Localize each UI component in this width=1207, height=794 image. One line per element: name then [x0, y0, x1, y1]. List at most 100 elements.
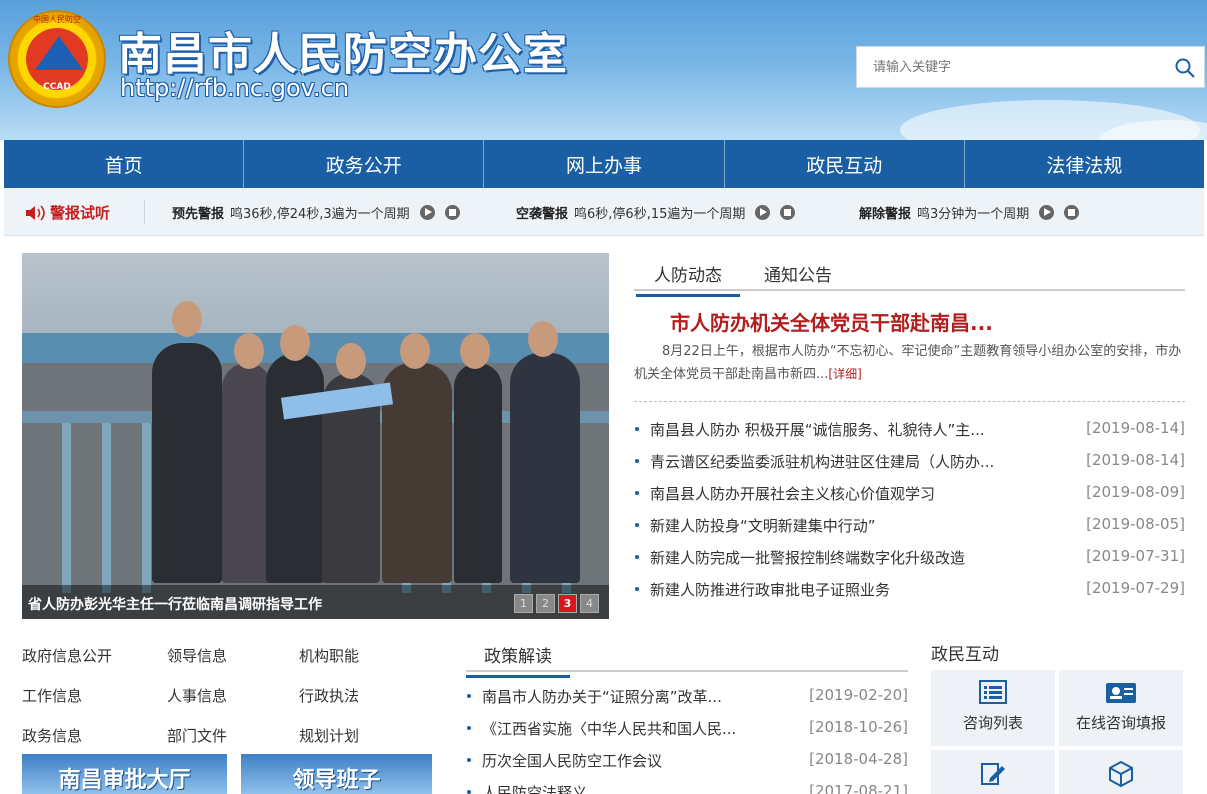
play-icon[interactable]	[1039, 205, 1055, 220]
policy-item-title[interactable]: 南昌市人防办关于“证照分离”改革...	[466, 686, 722, 718]
quick-link-personnel[interactable]: 人事信息	[167, 685, 227, 706]
news-item-date: [2019-08-14]	[1086, 419, 1185, 437]
alarm-desc: 鸣6秒,停6秒,15遍为一个周期	[574, 207, 746, 222]
slider-pagination: 1 2 3 4	[514, 594, 599, 613]
nav-home[interactable]: 首页	[4, 140, 245, 188]
news-item-title[interactable]: 新建人防完成一批警报控制终端数字化升级改造	[634, 547, 965, 579]
speaker-icon	[26, 204, 45, 221]
slider-caption[interactable]: 省人防办彭光华主任一行莅临南昌调研指导工作	[28, 594, 322, 614]
search-box	[856, 46, 1205, 88]
news-item-title[interactable]: 新建人防推进行政审批电子证照业务	[634, 579, 890, 611]
photo-railing-post	[102, 423, 111, 593]
photo-person-head	[336, 343, 366, 379]
photo-person-head	[280, 325, 310, 361]
list-item[interactable]: 《江西省实施〈中华人民共和国人民... [2018-10-26]	[466, 718, 908, 750]
news-headline[interactable]: 市人防办机关全体党员干部赴南昌...	[670, 307, 993, 336]
online-consult-button[interactable]: 在线咨询填报	[1059, 670, 1183, 746]
news-item-title[interactable]: 南昌县人防办 积极开展“诚信服务、礼貌待人”主...	[634, 419, 985, 451]
emblem-text: CCAD	[43, 82, 71, 92]
list-item[interactable]: 新建人防推进行政审批电子证照业务 [2019-07-29]	[634, 579, 1185, 611]
policy-item-title[interactable]: 人民防空法释义	[466, 782, 587, 794]
stop-icon[interactable]	[444, 205, 460, 220]
quick-link-functions[interactable]: 机构职能	[299, 645, 359, 666]
news-item-title[interactable]: 南昌县人防办开展社会主义核心价值观学习	[634, 483, 935, 515]
site-header: 中国人民防空 CCAD 南昌市人民防空办公室 http://rfb.nc.gov…	[0, 0, 1207, 140]
policy-item-title[interactable]: 历次全国人民防空工作会议	[466, 750, 662, 782]
quick-link-gov-info[interactable]: 政府信息公开	[22, 645, 112, 666]
main-nav: 首页 政务公开 网上办事 政民互动 法律法规	[4, 140, 1204, 188]
quick-link-law-enforcement[interactable]: 行政执法	[299, 685, 359, 706]
site-title: 南昌市人民防空办公室	[118, 29, 568, 80]
quick-link-affairs-info[interactable]: 政务信息	[22, 725, 82, 746]
stop-icon[interactable]	[780, 205, 796, 220]
alarm-name: 空袭警报	[516, 207, 569, 222]
list-item[interactable]: 青云谱区纪委监委派驻机构进驻区住建局（人防办... [2019-08-14]	[634, 451, 1185, 483]
interaction-panel: 政民互动 咨询列表 在线咨询填报	[931, 640, 1185, 794]
news-item-title[interactable]: 新建人防投身“文明新建集中行动”	[634, 515, 876, 547]
alarm-item-warning: 预先警报 鸣36秒,停24秒,3遍为一个周期	[172, 203, 460, 222]
photo-slider[interactable]: 省人防办彭光华主任一行莅临南昌调研指导工作 1 2 3 4	[22, 253, 609, 619]
play-icon[interactable]	[755, 205, 771, 220]
news-tabs: 人防动态 通知公告	[634, 253, 1185, 297]
civil-defense-emblem-logo[interactable]: 中国人民防空 CCAD	[8, 10, 106, 108]
list-item[interactable]: 新建人防完成一批警报控制终端数字化升级改造 [2019-07-31]	[634, 547, 1185, 579]
policy-item-date: [2019-02-20]	[809, 686, 908, 704]
quick-link-work-info[interactable]: 工作信息	[22, 685, 82, 706]
tab-civil-defense-news[interactable]: 人防动态	[636, 261, 740, 297]
emblem-ring-text: 中国人民防空	[33, 15, 81, 24]
survey-button[interactable]	[1059, 750, 1183, 794]
emblem-triangle	[35, 36, 83, 70]
nav-online-services[interactable]: 网上办事	[484, 140, 725, 188]
search-input[interactable]	[857, 47, 1157, 87]
tab-policy-interpretation[interactable]: 政策解读	[466, 642, 570, 678]
policy-item-date: [2017-08-21]	[809, 782, 908, 794]
list-item[interactable]: 南昌县人防办开展社会主义核心价值观学习 [2019-08-09]	[634, 483, 1185, 515]
policy-list: 南昌市人防办关于“证照分离”改革... [2019-02-20] 《江西省实施〈中…	[466, 686, 908, 794]
nav-laws[interactable]: 法律法规	[965, 140, 1204, 188]
list-item[interactable]: 新建人防投身“文明新建集中行动” [2019-08-05]	[634, 515, 1185, 547]
news-summary: 8月22日上午，根据市人防办“不忘初心、牢记使命”主题教育领导小组办公室的安排，…	[634, 341, 1185, 386]
quick-link-leaders[interactable]: 领导信息	[167, 645, 227, 666]
photo-person	[510, 353, 580, 583]
news-item-title[interactable]: 青云谱区纪委监委派驻机构进驻区住建局（人防办...	[634, 451, 994, 483]
slider-dot[interactable]: 2	[536, 594, 555, 613]
search-icon[interactable]	[1174, 57, 1196, 79]
stop-icon[interactable]	[1064, 205, 1080, 220]
alarm-item-air-raid: 空袭警报 鸣6秒,停6秒,15遍为一个周期	[516, 203, 796, 222]
photo-person	[152, 343, 222, 583]
quick-link-dept-files[interactable]: 部门文件	[167, 725, 227, 746]
site-url: http://rfb.nc.gov.cn	[120, 74, 350, 102]
alarm-title-label: 警报试听	[50, 204, 111, 222]
tab-notices[interactable]: 通知公告	[746, 261, 850, 294]
news-list: 南昌县人防办 积极开展“诚信服务、礼貌待人”主... [2019-08-14] 青…	[634, 419, 1185, 611]
alarm-desc: 鸣3分钟为一个周期	[917, 207, 1030, 222]
feedback-button[interactable]	[931, 750, 1055, 794]
banner-approval-hall[interactable]: 南昌审批大厅	[22, 754, 227, 794]
slider-dot[interactable]: 1	[514, 594, 533, 613]
banner-label: 领导班子	[292, 768, 381, 793]
policy-item-title[interactable]: 《江西省实施〈中华人民共和国人民...	[466, 718, 736, 750]
alarm-title: 警报试听	[24, 202, 110, 223]
alarm-name: 预先警报	[172, 207, 225, 222]
news-summary-text: 8月22日上午，根据市人防办“不忘初心、牢记使命”主题教育领导小组办公室的安排，…	[634, 344, 1182, 382]
edit-icon	[981, 763, 1005, 785]
news-divider	[634, 401, 1185, 402]
nav-government-affairs[interactable]: 政务公开	[244, 140, 485, 188]
cube-icon	[1109, 760, 1133, 788]
slider-dot[interactable]: 4	[580, 594, 599, 613]
nav-public-interaction[interactable]: 政民互动	[725, 140, 965, 188]
policy-item-date: [2018-10-26]	[809, 718, 908, 736]
consult-list-button[interactable]: 咨询列表	[931, 670, 1055, 746]
play-icon[interactable]	[419, 205, 435, 220]
quick-link-plans[interactable]: 规划计划	[299, 725, 359, 746]
list-item[interactable]: 南昌市人防办关于“证照分离”改革... [2019-02-20]	[466, 686, 908, 718]
photo-person-head	[234, 333, 264, 369]
list-item[interactable]: 南昌县人防办 积极开展“诚信服务、礼貌待人”主... [2019-08-14]	[634, 419, 1185, 451]
alarm-name: 解除警报	[859, 207, 912, 222]
slider-dot-active[interactable]: 3	[558, 594, 577, 613]
photo-person-head	[528, 321, 558, 357]
list-item[interactable]: 历次全国人民防空工作会议 [2018-04-28]	[466, 750, 908, 782]
banner-leadership[interactable]: 领导班子	[241, 754, 432, 794]
list-item[interactable]: 人民防空法释义 [2017-08-21]	[466, 782, 908, 794]
news-more-link[interactable]: [详细]	[828, 367, 861, 381]
